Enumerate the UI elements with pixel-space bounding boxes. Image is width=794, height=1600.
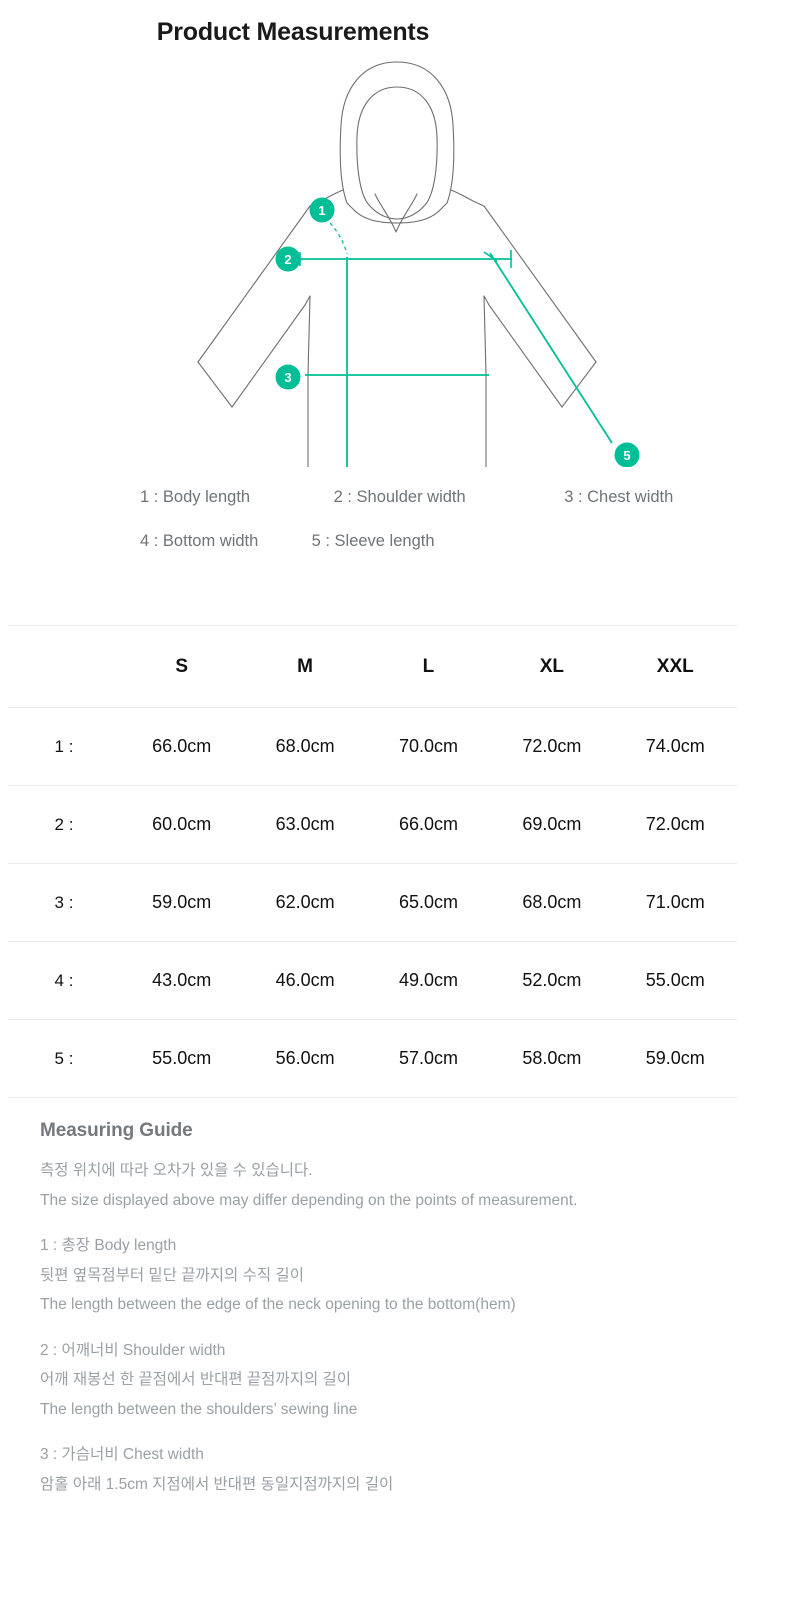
table-row: 3 : 59.0cm 62.0cm 65.0cm 68.0cm 71.0cm bbox=[8, 863, 737, 942]
garment-outline bbox=[197, 61, 597, 467]
guide-item-1-ko: 뒷편 옆목점부터 밑단 끝까지의 수직 길이 bbox=[40, 1266, 304, 1284]
size-table-corner bbox=[8, 625, 120, 708]
cell-1-m: 68.0cm bbox=[243, 707, 367, 786]
cell-4-xl: 52.0cm bbox=[490, 941, 614, 1020]
guide-item-3-heading: 3 : 가슴너비 Chest width bbox=[40, 1446, 204, 1463]
measuring-guide-title: Measuring Guide bbox=[40, 1120, 193, 1141]
guide-item-2-en: The length between the shoulders’ sewing… bbox=[40, 1400, 358, 1418]
cell-1-xl: 72.0cm bbox=[490, 707, 614, 786]
legend-item-bottom-width: 4 : Bottom width bbox=[140, 532, 259, 550]
badge-1: 1 bbox=[309, 197, 335, 223]
table-row: 4 : 43.0cm 46.0cm 49.0cm 52.0cm 55.0cm bbox=[8, 941, 737, 1020]
legend-item-shoulder-width: 2 : Shoulder width bbox=[333, 488, 466, 506]
cell-1-l: 70.0cm bbox=[366, 707, 491, 786]
badge-2-label: 2 bbox=[284, 252, 291, 267]
legend-item-body-length: 1 : Body length bbox=[140, 488, 251, 506]
legend-row-1: 1 : Body length 2 : Shoulder width 3 : C… bbox=[140, 475, 794, 519]
badge-3-label: 3 bbox=[284, 370, 291, 385]
measurement-legend: 1 : Body length 2 : Shoulder width 3 : C… bbox=[0, 475, 794, 563]
sleeve-length-line bbox=[489, 252, 613, 444]
cell-2-xl: 69.0cm bbox=[490, 785, 614, 864]
cell-1-s: 66.0cm bbox=[120, 707, 244, 786]
size-table-header-row: S M L XL XXL bbox=[8, 625, 737, 708]
size-table-head: S M L XL XXL bbox=[8, 625, 737, 708]
table-row: 5 : 55.0cm 56.0cm 57.0cm 58.0cm 59.0cm bbox=[8, 1019, 737, 1098]
cell-3-m: 62.0cm bbox=[243, 863, 367, 942]
table-row: 1 : 66.0cm 68.0cm 70.0cm 72.0cm 74.0cm bbox=[8, 707, 737, 786]
badge-5-label: 5 bbox=[623, 448, 630, 463]
cell-5-xl: 58.0cm bbox=[490, 1019, 614, 1098]
cell-2-xxl: 72.0cm bbox=[613, 785, 737, 864]
cell-4-xxl: 55.0cm bbox=[613, 941, 737, 1020]
guide-item-1-en: The length between the edge of the neck … bbox=[40, 1296, 516, 1313]
badge-group: 1 2 3 4 5 bbox=[275, 197, 640, 467]
size-column-header-l: L bbox=[366, 625, 491, 708]
cell-3-s: 59.0cm bbox=[120, 863, 244, 942]
page-title: Product Measurements bbox=[156, 18, 430, 46]
badge-3: 3 bbox=[275, 364, 301, 390]
cell-2-l: 66.0cm bbox=[366, 785, 491, 864]
row-label-5: 5 : bbox=[8, 1019, 120, 1098]
guide-item-2-ko: 어깨 재봉선 한 끝점에서 반대편 끝점까지의 길이 bbox=[40, 1371, 352, 1388]
table-row: 2 : 60.0cm 63.0cm 66.0cm 69.0cm 72.0cm bbox=[8, 785, 737, 864]
cell-4-s: 43.0cm bbox=[120, 941, 244, 1020]
row-label-1: 1 : bbox=[8, 707, 120, 786]
measurement-diagram: 1 2 3 4 5 bbox=[0, 47, 794, 467]
guide-item-1: 1 : 총장 Body length 뒷편 옆목점부터 밑단 끝까지의 수직 길… bbox=[40, 1231, 754, 1320]
guide-item-1-heading: 1 : 총장 Body length bbox=[40, 1237, 177, 1254]
guide-item-3-ko: 암홀 아래 1.5cm 지점에서 반대편 동일지점까지의 길이 bbox=[40, 1475, 394, 1493]
size-table-body: 1 : 66.0cm 68.0cm 70.0cm 72.0cm 74.0cm 2… bbox=[8, 707, 737, 1098]
body-length-leader-line bbox=[329, 222, 348, 255]
legend-item-sleeve-length: 5 : Sleeve length bbox=[311, 532, 435, 550]
cell-5-l: 57.0cm bbox=[366, 1019, 491, 1098]
badge-1-label: 1 bbox=[318, 203, 325, 218]
legend-row-2: 4 : Bottom width 5 : Sleeve length bbox=[140, 519, 794, 563]
size-column-header-s: S bbox=[120, 625, 244, 708]
guide-item-2-heading: 2 : 어깨너비 Shoulder width bbox=[40, 1341, 226, 1359]
cell-2-s: 60.0cm bbox=[120, 785, 244, 864]
badge-2: 2 bbox=[275, 246, 301, 272]
guide-item-3: 3 : 가슴너비 Chest width 암홀 아래 1.5cm 지점에서 반대… bbox=[40, 1440, 754, 1499]
row-label-2: 2 : bbox=[8, 785, 120, 864]
hoodie-illustration: 1 2 3 4 5 bbox=[197, 61, 640, 467]
cell-5-s: 55.0cm bbox=[120, 1019, 244, 1098]
cell-2-m: 63.0cm bbox=[243, 785, 367, 864]
guide-intro-ko: 측정 위치에 따라 오차가 있을 수 있습니다. bbox=[40, 1162, 313, 1179]
size-column-header-xl: XL bbox=[490, 625, 614, 708]
measuring-guide: Measuring Guide 측정 위치에 따라 오차가 있을 수 있습니다.… bbox=[0, 1120, 794, 1499]
cell-4-m: 46.0cm bbox=[243, 941, 367, 1020]
size-column-header-xxl: XXL bbox=[613, 625, 737, 708]
guide-intro: 측정 위치에 따라 오차가 있을 수 있습니다. The size displa… bbox=[40, 1156, 754, 1215]
guide-item-2: 2 : 어깨너비 Shoulder width 어깨 재봉선 한 끝점에서 반대… bbox=[40, 1336, 754, 1425]
cell-3-xl: 68.0cm bbox=[490, 863, 614, 942]
size-table: S M L XL XXL 1 : 66.0cm 68.0cm 70.0cm 72… bbox=[8, 625, 737, 1098]
cell-3-xxl: 71.0cm bbox=[613, 863, 737, 942]
cell-3-l: 65.0cm bbox=[366, 863, 491, 942]
legend-item-chest-width: 3 : Chest width bbox=[564, 488, 674, 506]
measurement-lines bbox=[299, 250, 613, 467]
guide-intro-en: The size displayed above may differ depe… bbox=[40, 1191, 578, 1209]
row-label-3: 3 : bbox=[8, 863, 120, 942]
cell-5-xxl: 59.0cm bbox=[613, 1019, 737, 1098]
row-label-4: 4 : bbox=[8, 941, 120, 1020]
cell-1-xxl: 74.0cm bbox=[613, 707, 737, 786]
cell-4-l: 49.0cm bbox=[366, 941, 491, 1020]
badge-5: 5 bbox=[614, 442, 640, 467]
size-column-header-m: M bbox=[243, 625, 367, 708]
cell-5-m: 56.0cm bbox=[243, 1019, 367, 1098]
